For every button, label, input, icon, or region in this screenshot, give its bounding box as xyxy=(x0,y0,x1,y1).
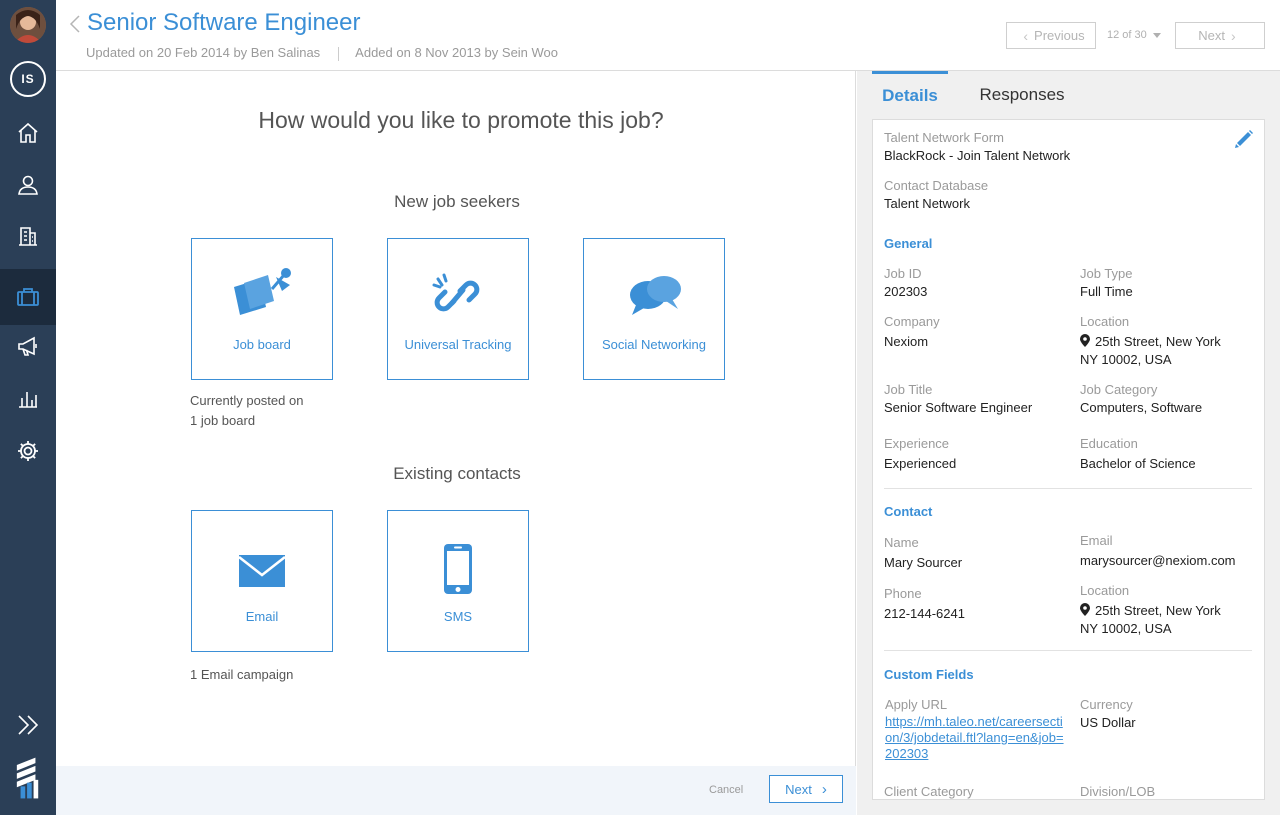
email-tile[interactable]: Email xyxy=(191,510,333,652)
sidebar: IS xyxy=(0,0,56,815)
bar-chart-icon xyxy=(19,392,37,408)
experience-field: Experience Experienced xyxy=(884,436,957,471)
map-pin-icon xyxy=(1080,334,1090,347)
wizard-footer: Cancel Next › xyxy=(56,766,856,815)
caret-down-icon[interactable] xyxy=(1153,33,1161,38)
briefcase-icon xyxy=(17,288,39,306)
new-seekers-heading: New job seekers xyxy=(394,192,520,211)
sidebar-item-companies[interactable] xyxy=(0,210,56,262)
back-chevron-icon[interactable] xyxy=(68,14,82,34)
logo-icon xyxy=(16,757,39,799)
phone-icon xyxy=(444,544,472,594)
job-title-field: Job Title Senior Software Engineer xyxy=(884,382,1033,415)
email-campaign-note: 1 Email campaign xyxy=(190,667,294,682)
contact-db-field: Contact Database Talent Network xyxy=(884,178,989,211)
chevron-right-icon: › xyxy=(821,780,827,798)
sidebar-expand[interactable] xyxy=(0,699,56,751)
client-category-field: Client Category xyxy=(884,784,974,799)
currency-field: Currency US Dollar xyxy=(1080,697,1136,730)
sidebar-item-campaigns[interactable] xyxy=(0,320,56,372)
divider xyxy=(884,488,1252,489)
chevron-left-icon: ‹ xyxy=(1023,27,1029,44)
page-title: Senior Software Engineer xyxy=(87,9,361,36)
page-meta: Updated on 20 Feb 2014 by Ben Salinas Add… xyxy=(86,45,558,61)
chevron-right-icon: › xyxy=(1231,27,1236,44)
company-field: Company Nexiom xyxy=(884,314,940,349)
added-info: Added on 8 Nov 2013 by Sein Woo xyxy=(355,45,559,60)
education-field: Education Bachelor of Science xyxy=(1080,436,1196,471)
map-pin-icon xyxy=(1080,603,1090,616)
existing-contacts-heading: Existing contacts xyxy=(393,464,521,483)
double-chevron-right-icon xyxy=(18,715,39,735)
promote-panel: How would you like to promote this job? … xyxy=(56,71,856,815)
sms-label: SMS xyxy=(443,609,473,624)
previous-button[interactable]: ‹ Previous xyxy=(1006,22,1096,49)
location-field: Location 25th Street, New York NY 10002,… xyxy=(1080,314,1221,367)
details-panel: Details Responses Talent Network Form Bl… xyxy=(857,71,1280,815)
posted-note: Currently posted on 1 job board xyxy=(190,393,304,428)
sidebar-item-candidates[interactable] xyxy=(0,159,56,211)
next-button[interactable]: Next › xyxy=(769,775,843,803)
link-icon xyxy=(432,273,480,312)
contact-email-field: Email marysourcer@nexiom.com xyxy=(1080,533,1236,568)
job-board-icon xyxy=(234,268,291,315)
contact-name-field: Name Mary Sourcer xyxy=(884,535,963,570)
page-header: Senior Software Engineer Updated on 20 F… xyxy=(56,0,1280,71)
user-icon xyxy=(18,175,38,195)
talent-form-field: Talent Network Form BlackRock - Join Tal… xyxy=(884,130,1071,163)
apply-url-field: Apply URL https://mh.taleo.net/careersec… xyxy=(885,696,1067,762)
divider xyxy=(884,650,1252,651)
social-networking-label: Social Networking xyxy=(601,337,707,352)
workspace-initials[interactable]: IS xyxy=(10,61,46,97)
next-record-button[interactable]: Next › xyxy=(1175,22,1265,49)
sidebar-item-home[interactable] xyxy=(0,107,56,159)
user-avatar[interactable] xyxy=(10,7,46,43)
sidebar-item-jobs[interactable] xyxy=(0,269,56,325)
email-label: Email xyxy=(245,609,279,624)
sms-tile[interactable]: SMS xyxy=(387,510,529,652)
building-icon xyxy=(19,227,37,246)
app-logo xyxy=(0,750,56,806)
job-type-field: Job Type Full Time xyxy=(1080,266,1133,299)
megaphone-icon xyxy=(18,336,37,356)
universal-tracking-tile[interactable]: Universal Tracking xyxy=(387,238,529,380)
meta-divider xyxy=(338,46,340,61)
gear-icon xyxy=(18,441,38,461)
apply-url-link[interactable]: https://mh.taleo.net/careersection/3/job… xyxy=(885,714,1067,762)
social-networking-tile[interactable]: Social Networking xyxy=(583,238,725,380)
cancel-button[interactable]: Cancel xyxy=(709,784,743,796)
job-board-tile[interactable]: Job board xyxy=(191,238,333,380)
universal-tracking-label: Universal Tracking xyxy=(404,337,512,352)
home-icon xyxy=(18,122,38,143)
contact-location-field: Location 25th Street, New York NY 10002,… xyxy=(1080,583,1221,636)
sidebar-item-settings[interactable] xyxy=(0,425,56,477)
tab-responses[interactable]: Responses xyxy=(967,71,1077,118)
envelope-icon xyxy=(239,555,285,587)
pencil-icon[interactable] xyxy=(1233,128,1255,150)
job-category-field: Job Category Computers, Software xyxy=(1080,382,1203,415)
tab-details[interactable]: Details xyxy=(872,71,948,118)
updated-info: Updated on 20 Feb 2014 by Ben Salinas xyxy=(86,45,321,60)
custom-fields-heading: Custom Fields xyxy=(884,667,974,682)
contact-heading: Contact xyxy=(884,504,933,519)
promote-heading: How would you like to promote this job? xyxy=(258,107,664,133)
job-id-field: Job ID 202303 xyxy=(884,266,928,299)
sidebar-item-reports[interactable] xyxy=(0,372,56,424)
job-board-label: Job board xyxy=(233,337,291,352)
pager-count[interactable]: 12 of 30 xyxy=(1107,29,1147,41)
general-heading: General xyxy=(884,236,933,251)
details-card: Talent Network Form BlackRock - Join Tal… xyxy=(872,119,1265,800)
chat-bubbles-icon xyxy=(630,276,681,315)
contact-phone-field: Phone 212-144-6241 xyxy=(884,586,965,621)
division-field: Division/LOB xyxy=(1080,784,1156,799)
